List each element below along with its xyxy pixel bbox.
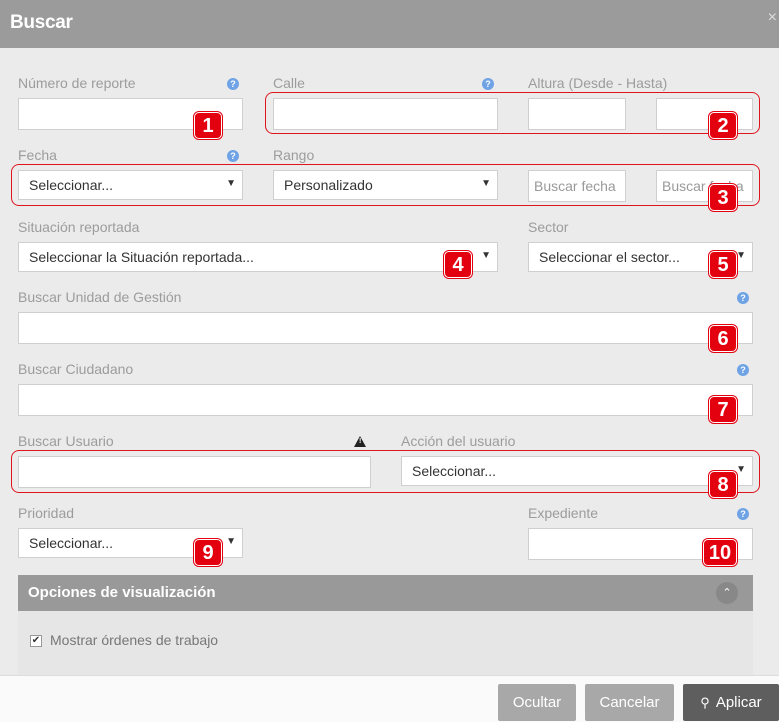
search-icon: ⚲ <box>700 695 710 710</box>
display-options-header[interactable]: Opciones de visualización ⌃ <box>18 575 753 611</box>
help-icon[interactable]: ? <box>737 364 749 376</box>
apply-button[interactable]: ⚲ Aplicar <box>683 684 779 721</box>
apply-button-label: Aplicar <box>715 694 762 711</box>
ciudadano-input[interactable] <box>18 384 753 416</box>
chevron-up-icon[interactable]: ⌃ <box>716 582 738 604</box>
annotation-box-8 <box>11 450 760 493</box>
unidad-gestion-label: Buscar Unidad de Gestión <box>18 289 182 305</box>
situacion-label: Situación reportada <box>18 219 140 235</box>
sector-label: Sector <box>528 219 569 235</box>
unidad-gestion-input[interactable] <box>18 312 753 344</box>
chevron-down-icon: ▼ <box>736 250 746 261</box>
annotation-badge: 4 <box>444 251 472 278</box>
hide-button[interactable]: Ocultar <box>498 684 576 721</box>
help-icon[interactable]: ? <box>227 78 239 90</box>
annotation-box-3 <box>11 164 760 206</box>
altura-label: Altura (Desde - Hasta) <box>528 75 668 91</box>
close-icon[interactable]: × <box>768 9 777 27</box>
annotation-badge: 2 <box>709 112 737 139</box>
show-work-orders-label[interactable]: Mostrar órdenes de trabajo <box>50 632 218 648</box>
display-options-title: Opciones de visualización <box>28 584 216 601</box>
annotation-badge: 5 <box>709 251 737 278</box>
annotation-badge: 7 <box>709 396 737 423</box>
expediente-label: Expediente <box>528 505 599 521</box>
annotation-badge: 8 <box>709 471 737 498</box>
sector-select-value: Seleccionar el sector... <box>539 249 680 265</box>
usuario-label: Buscar Usuario <box>18 433 114 449</box>
prioridad-select-value: Seleccionar... <box>29 535 114 551</box>
accion-usuario-label: Acción del usuario <box>401 433 516 449</box>
numero-reporte-label: Número de reporte <box>18 75 136 91</box>
annotation-badge: 6 <box>709 325 737 352</box>
chevron-down-icon: ▼ <box>481 250 491 261</box>
ciudadano-label: Buscar Ciudadano <box>18 361 134 377</box>
annotation-badge: 10 <box>703 539 737 566</box>
warning-icon: ! <box>354 436 366 447</box>
annotation-badge: 9 <box>194 539 222 566</box>
help-icon[interactable]: ? <box>482 78 494 90</box>
dialog-header: Buscar × <box>0 0 779 48</box>
dialog-footer: Ocultar Cancelar ⚲ Aplicar <box>0 675 779 722</box>
warning-icon-mark: ! <box>359 438 362 445</box>
annotation-badge: 1 <box>194 112 222 139</box>
chevron-down-icon: ▼ <box>226 536 236 547</box>
help-icon[interactable]: ? <box>737 292 749 304</box>
annotation-box-2 <box>265 92 760 134</box>
help-icon[interactable]: ? <box>737 508 749 520</box>
show-work-orders-checkbox[interactable]: ✔ <box>30 635 42 647</box>
cancel-button[interactable]: Cancelar <box>585 684 674 721</box>
fecha-label: Fecha <box>18 147 57 163</box>
calle-label: Calle <box>273 75 305 91</box>
situacion-select-value: Seleccionar la Situación reportada... <box>29 249 254 265</box>
rango-label: Rango <box>273 147 315 163</box>
dialog-title: Buscar <box>10 12 73 33</box>
help-icon[interactable]: ? <box>227 150 239 162</box>
prioridad-label: Prioridad <box>18 505 75 521</box>
situacion-select[interactable]: Seleccionar la Situación reportada... ▼ <box>18 242 498 272</box>
annotation-badge: 3 <box>709 184 737 211</box>
display-options-body: ✔ Mostrar órdenes de trabajo <box>18 611 753 675</box>
